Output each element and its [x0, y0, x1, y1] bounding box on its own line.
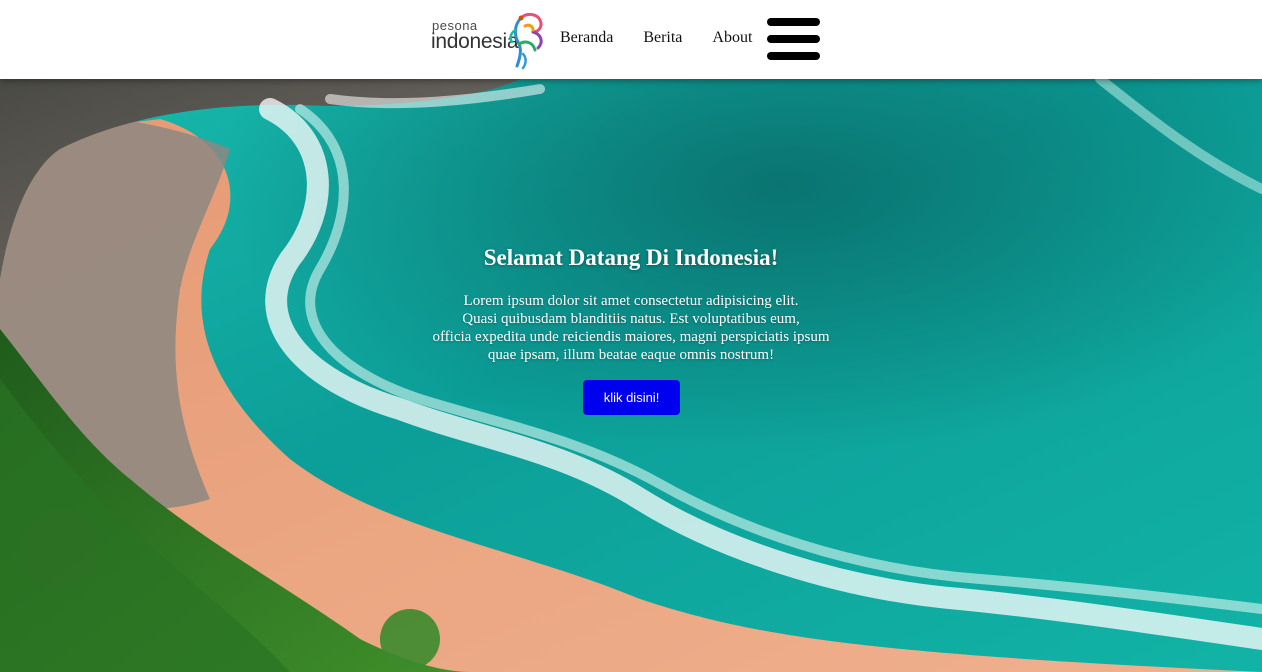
hamburger-icon[interactable] — [767, 18, 820, 60]
logo-big-text: indonesia — [431, 30, 519, 53]
site-logo[interactable]: pesona indonesia — [431, 10, 545, 70]
garuda-bird-logo-icon — [509, 12, 543, 70]
nav-link-about[interactable]: About — [712, 29, 752, 47]
hamburger-bar — [767, 52, 820, 60]
nav-link-beranda[interactable]: Beranda — [560, 29, 613, 47]
hero-title: Selamat Datang Di Indonesia! — [483, 245, 779, 270]
hero-content: Selamat Datang Di Indonesia! Lorem ipsum… — [0, 79, 1262, 672]
navbar: pesona indonesia Beranda Berita About — [0, 0, 1262, 79]
hero-description: Lorem ipsum dolor sit amet consectetur a… — [411, 292, 851, 364]
hero-description-line: Quasi quibusdam blanditiis natus. Est vo… — [462, 311, 800, 327]
hero-description-line: Lorem ipsum dolor sit amet consectetur a… — [463, 293, 799, 309]
cta-button[interactable]: klik disini! — [583, 380, 680, 415]
nav-menu: Beranda Berita About — [560, 29, 752, 47]
hero-description-line: quae ipsam, illum beatae eaque omnis nos… — [487, 347, 775, 363]
hero-description-line: officia expedita unde reiciendis maiores… — [432, 329, 830, 345]
hamburger-bar — [767, 35, 820, 43]
nav-link-berita[interactable]: Berita — [643, 29, 682, 47]
hamburger-bar — [767, 18, 820, 26]
hero-section: Selamat Datang Di Indonesia! Lorem ipsum… — [0, 79, 1262, 672]
